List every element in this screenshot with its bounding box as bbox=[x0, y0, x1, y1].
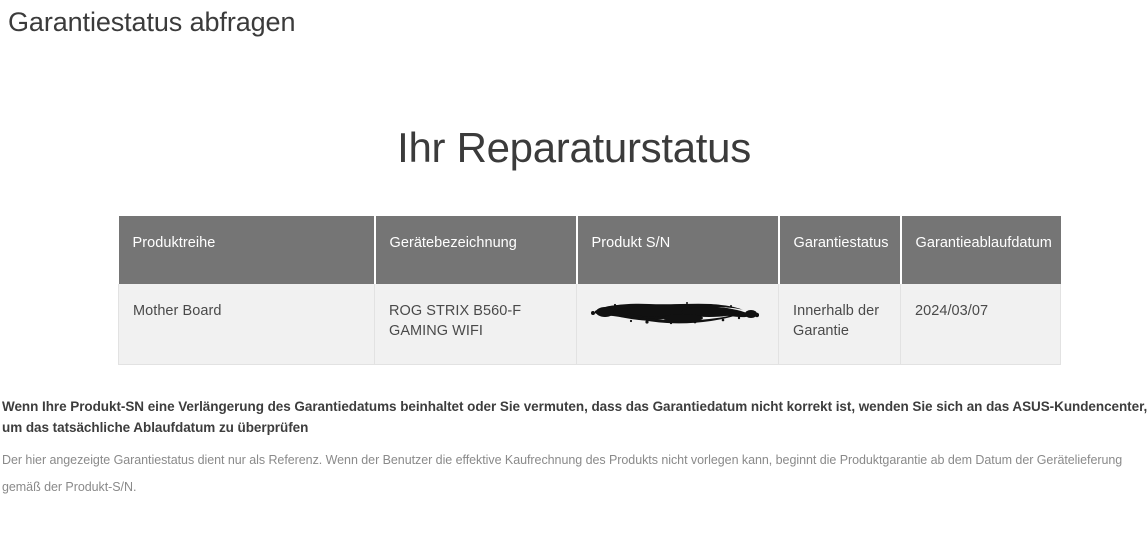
cell-device-name: ROG STRIX B560-F GAMING WIFI bbox=[374, 284, 577, 365]
warranty-table-body: Mother Board ROG STRIX B560-F GAMING WIF… bbox=[118, 284, 1061, 365]
repair-status-heading: Ihr Reparaturstatus bbox=[397, 124, 751, 171]
warranty-table-container: Produktreihe Gerätebezeichnung Produkt S… bbox=[118, 216, 1061, 365]
cell-product-series: Mother Board bbox=[118, 284, 375, 365]
column-header-product-sn: Produkt S/N bbox=[576, 216, 780, 284]
cell-product-sn bbox=[576, 284, 779, 365]
redaction-scribble-icon bbox=[591, 302, 759, 325]
column-header-device-name: Gerätebezeichnung bbox=[374, 216, 578, 284]
warranty-extension-note: Wenn Ihre Produkt-SN eine Verlängerung d… bbox=[2, 399, 1148, 435]
table-header-row: Produktreihe Gerätebezeichnung Produkt S… bbox=[118, 216, 1061, 284]
cell-warranty-expiry: 2024/03/07 bbox=[900, 284, 1061, 365]
page-title: Garantiestatus abfragen bbox=[8, 7, 296, 37]
column-header-product-series: Produktreihe bbox=[118, 216, 376, 284]
column-header-warranty-expiry: Garantieablaufdatum bbox=[900, 216, 1061, 284]
warranty-reference-disclaimer: Der hier angezeigte Garantiestatus dient… bbox=[2, 453, 1123, 494]
table-row: Mother Board ROG STRIX B560-F GAMING WIF… bbox=[118, 284, 1061, 365]
cell-warranty-status: Innerhalb der Garantie bbox=[778, 284, 901, 365]
warranty-table: Produktreihe Gerätebezeichnung Produkt S… bbox=[118, 216, 1061, 365]
warranty-table-header: Produktreihe Gerätebezeichnung Produkt S… bbox=[118, 216, 1061, 284]
column-header-warranty-status: Garantiestatus bbox=[778, 216, 902, 284]
